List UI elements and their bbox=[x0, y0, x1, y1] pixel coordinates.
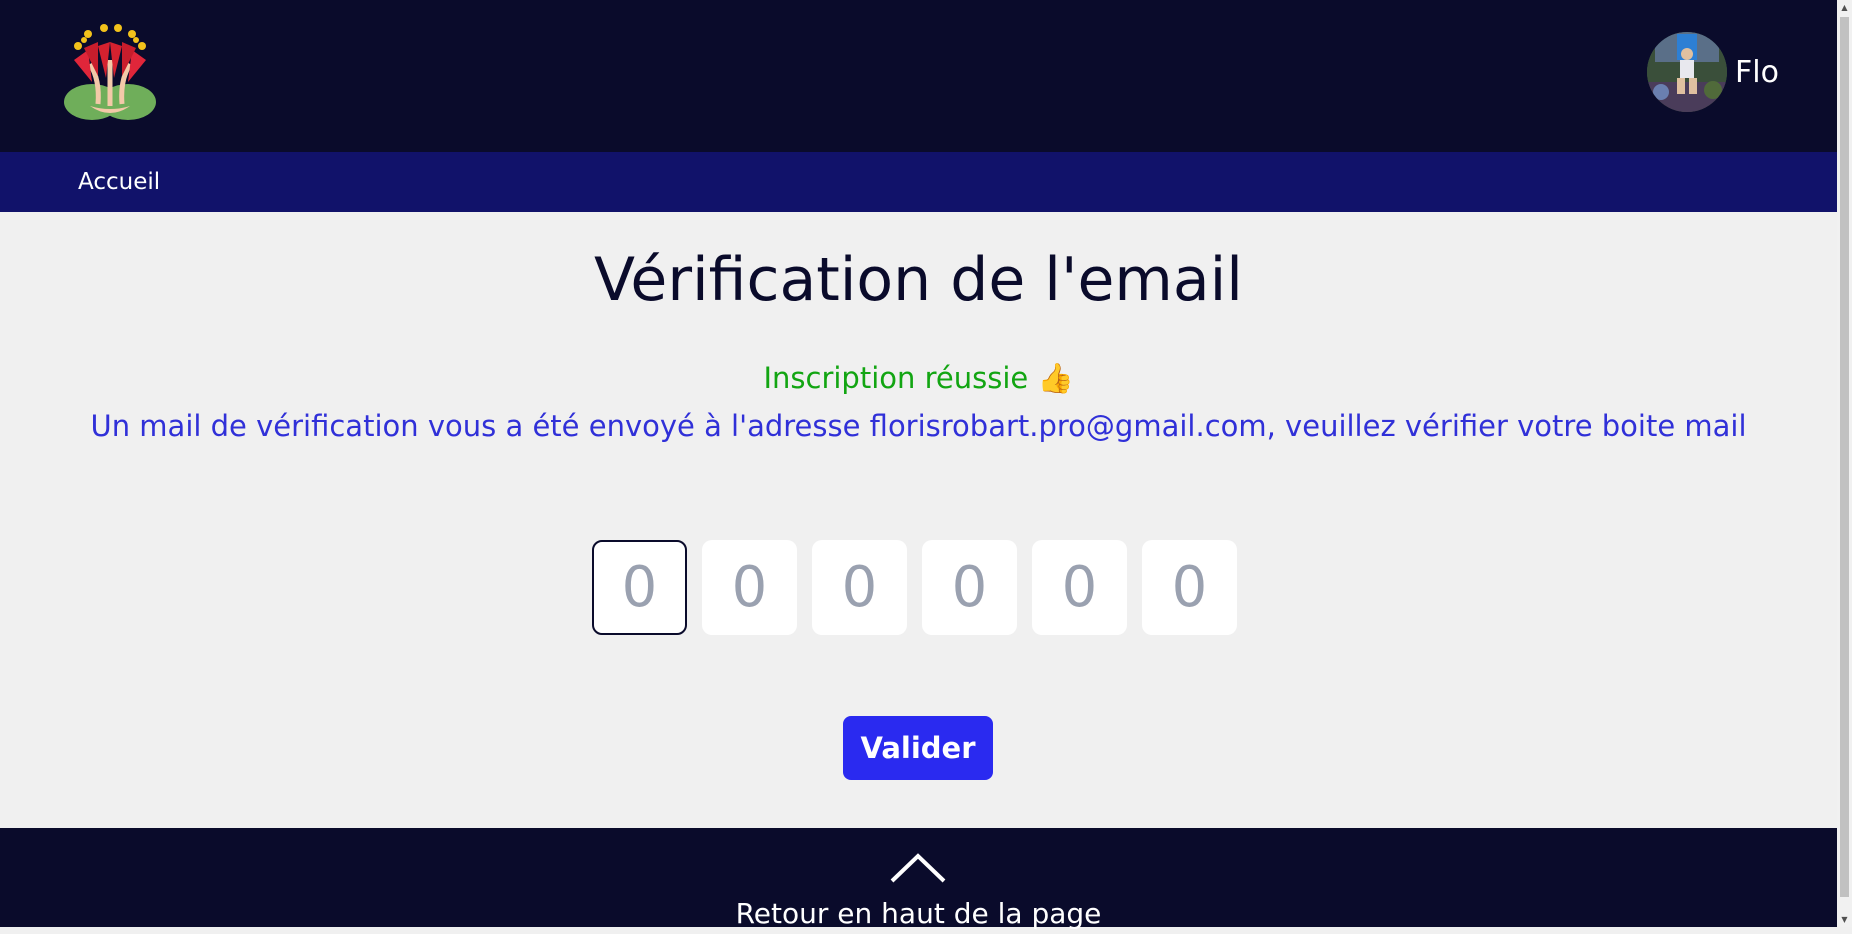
site-header: Flo bbox=[0, 0, 1837, 152]
code-digit-2[interactable] bbox=[702, 540, 797, 635]
main-navbar: Accueil bbox=[0, 152, 1837, 212]
page-title: Vérification de l'email bbox=[594, 245, 1243, 315]
code-digit-6[interactable] bbox=[1142, 540, 1237, 635]
avatar[interactable] bbox=[1647, 32, 1728, 112]
chevron-up-icon[interactable] bbox=[889, 852, 947, 884]
code-digit-5[interactable] bbox=[1032, 540, 1127, 635]
user-name[interactable]: Flo bbox=[1735, 55, 1779, 90]
validate-button[interactable]: Valider bbox=[843, 716, 993, 780]
site-logo[interactable] bbox=[60, 20, 160, 124]
main-content: Vérification de l'email Inscription réus… bbox=[0, 212, 1837, 828]
scroll-up-arrow-icon[interactable]: ▲ bbox=[1837, 0, 1852, 15]
user-menu[interactable]: Flo bbox=[1647, 31, 1779, 113]
scrollbar-thumb[interactable] bbox=[1840, 17, 1849, 897]
vertical-scrollbar[interactable]: ▲ ▼ bbox=[1837, 0, 1852, 927]
success-message: Inscription réussie 👍 bbox=[763, 361, 1074, 395]
verification-code-inputs bbox=[592, 540, 1237, 636]
info-message: Un mail de vérification vous a été envoy… bbox=[90, 409, 1747, 443]
code-digit-3[interactable] bbox=[812, 540, 907, 635]
nav-link-home[interactable]: Accueil bbox=[78, 152, 160, 212]
code-digit-4[interactable] bbox=[922, 540, 1017, 635]
page: Flo Accueil Vérification de l'email Insc… bbox=[0, 0, 1837, 930]
profile-photo bbox=[1647, 32, 1728, 112]
site-footer: Retour en haut de la page bbox=[0, 828, 1837, 930]
flower-logo-icon bbox=[64, 24, 156, 120]
back-to-top-label[interactable]: Retour en haut de la page bbox=[0, 894, 1837, 934]
scroll-down-arrow-icon[interactable]: ▼ bbox=[1837, 912, 1852, 927]
code-digit-1[interactable] bbox=[592, 540, 687, 635]
